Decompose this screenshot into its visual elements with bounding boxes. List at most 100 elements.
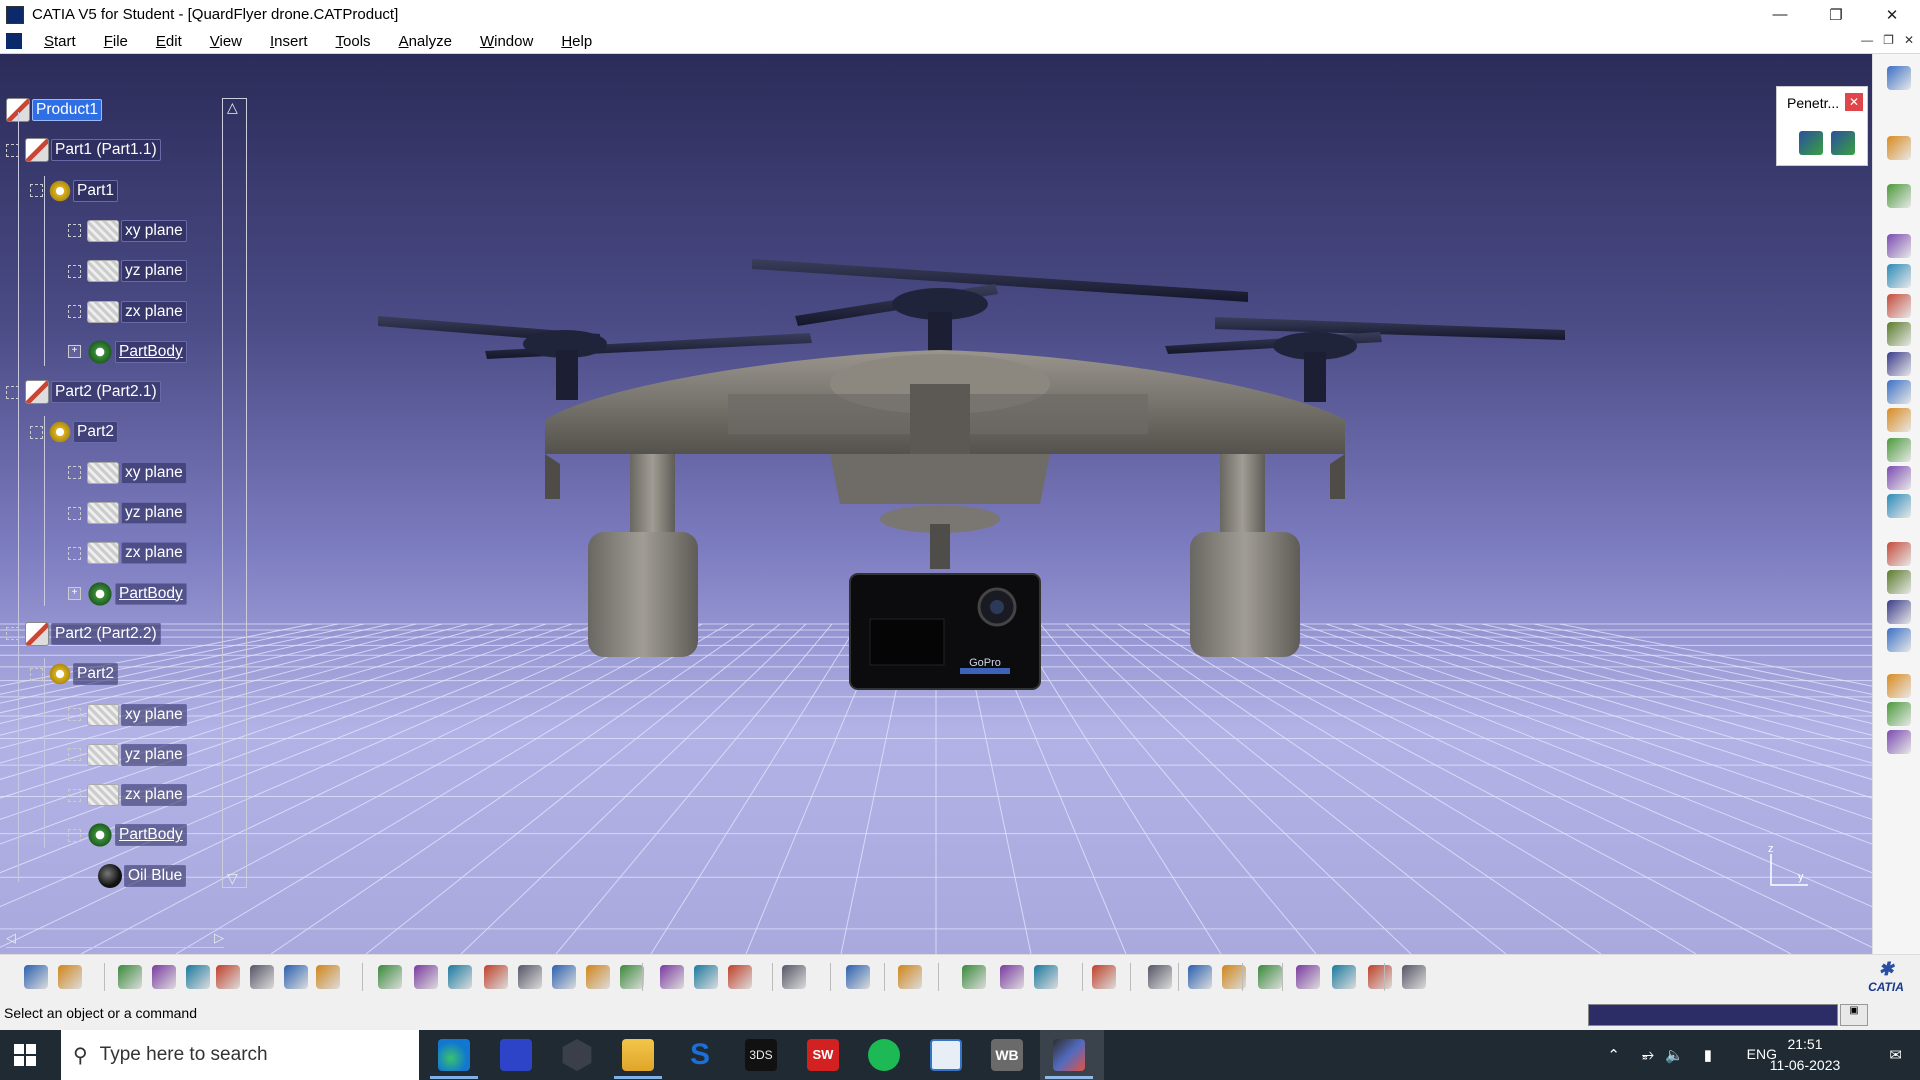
toolbar-tool-3-icon[interactable] [118,965,142,989]
menu-file[interactable]: File [90,33,142,50]
power-input-field[interactable] [1588,1004,1838,1026]
penetration-tool-1-icon[interactable] [1799,131,1823,155]
toolbar-tool-20-icon[interactable] [728,965,752,989]
tree-node[interactable]: Part2 (Part2.1) [6,380,161,405]
scroll-down-arrow-icon[interactable]: ▽ [227,870,238,887]
toolbar-tool-14-icon[interactable] [518,965,542,989]
tree-node[interactable]: xy plane [68,461,187,485]
toolbar-tool-10-icon[interactable] [378,965,402,989]
collapse-icon[interactable] [30,184,43,198]
document-icon[interactable] [6,33,22,49]
file-explorer-icon[interactable] [622,1039,654,1071]
tool-2-icon[interactable] [1887,136,1911,160]
toolbar-tool-34-icon[interactable] [1368,965,1392,989]
clock-date[interactable]: 11-06-2023 [1750,1057,1860,1073]
toolbar-tool-18-icon[interactable] [660,965,684,989]
menu-window[interactable]: Window [466,33,547,50]
menu-analyze[interactable]: Analyze [385,33,466,50]
drone-model[interactable]: GoPro [0,54,1872,954]
menu-edit[interactable]: Edit [142,33,196,50]
tool-12-icon[interactable] [1887,466,1911,490]
tool-10-icon[interactable] [1887,408,1911,432]
toolbar-tool-35-icon[interactable] [1402,965,1426,989]
collapse-icon[interactable] [68,748,81,762]
collapse-icon[interactable] [68,828,81,842]
volume-icon[interactable]: 🔈 [1665,1046,1684,1064]
doc-minimize-button[interactable]: — [1861,33,1873,47]
scroll-up-arrow-icon[interactable]: △ [227,99,238,116]
tool-11-icon[interactable] [1887,438,1911,462]
toolbar-tool-19-icon[interactable] [694,965,718,989]
close-icon[interactable]: ✕ [1845,93,1863,111]
tool-18-icon[interactable] [1887,674,1911,698]
doc-restore-button[interactable]: ❐ [1883,33,1894,47]
toolbar-tool-17-icon[interactable] [620,965,644,989]
toolbar-tool-5-icon[interactable] [186,965,210,989]
taskbar-search-box[interactable]: ⚲ Type here to search [61,1030,419,1080]
clock-time[interactable]: 21:51 [1750,1036,1860,1052]
toolbar-tool-24-icon[interactable] [962,965,986,989]
toolbar-tool-8-icon[interactable] [284,965,308,989]
toolbar-tool-12-icon[interactable] [448,965,472,989]
tree-node[interactable]: + PartBody [68,338,187,365]
menu-insert[interactable]: Insert [256,33,322,50]
collapse-icon[interactable] [68,224,81,238]
tree-node[interactable]: Product1 [6,98,103,122]
tool-7-icon[interactable] [1887,322,1911,346]
menu-tools[interactable]: Tools [322,33,385,50]
toolbar-tool-26-icon[interactable] [1034,965,1058,989]
tool-3-icon[interactable] [1887,184,1911,208]
collapse-icon[interactable] [68,305,81,318]
tool-8-icon[interactable] [1887,352,1911,376]
toolbar-tool-29-icon[interactable] [1188,965,1212,989]
axis-compass[interactable]: z y [1760,844,1820,894]
tool-14-icon[interactable] [1887,542,1911,566]
toolbar-tool-2-icon[interactable] [58,965,82,989]
windows-start-icon[interactable] [14,1044,36,1066]
toolbar-tool-6-icon[interactable] [216,965,240,989]
menu-help[interactable]: Help [547,33,606,50]
solidworks-icon[interactable]: SW [807,1039,839,1071]
tool-1-icon[interactable] [1887,66,1911,90]
tree-node[interactable]: yz plane [68,501,187,525]
tree-node[interactable]: yz plane [68,259,187,283]
chevron-up-icon[interactable]: ⌃ [1607,1046,1620,1064]
tool-15-icon[interactable] [1887,570,1911,594]
tool-9-icon[interactable] [1887,380,1911,404]
tree-node[interactable]: zx plane [68,783,187,807]
doc-close-button[interactable]: ✕ [1904,33,1914,47]
collapse-icon[interactable] [30,667,43,681]
tree-node[interactable]: Part2 (Part2.2) [6,621,161,646]
toolbar-tool-31-icon[interactable] [1258,965,1282,989]
3d-viewport[interactable]: GoPro z y [0,54,1872,954]
penetration-tool-2-icon[interactable] [1831,131,1855,155]
scroll-left-arrow-icon[interactable]: ◁ [6,930,16,946]
spotify-icon[interactable] [868,1039,900,1071]
edge-browser-icon[interactable] [438,1039,470,1071]
collapse-icon[interactable] [68,466,81,480]
collapse-icon[interactable] [30,425,43,439]
tree-vertical-scrollbar[interactable]: △ ▽ [222,98,247,888]
menu-start[interactable]: Start [30,33,90,50]
toolbar-tool-23-icon[interactable] [898,965,922,989]
tree-node[interactable]: Part1 (Part1.1) [6,138,161,163]
tree-node[interactable]: zx plane [68,300,187,324]
collapse-icon[interactable] [68,264,81,278]
tree-node[interactable]: Oil Blue [98,863,187,888]
toolbar-tool-27-icon[interactable] [1092,965,1116,989]
minimize-button[interactable]: — [1752,0,1808,29]
collapse-icon[interactable] [68,506,81,520]
toolbar-tool-11-icon[interactable] [414,965,438,989]
collapse-icon[interactable] [68,546,81,560]
tree-node[interactable]: xy plane [68,219,187,243]
tree-node[interactable]: yz plane [68,743,187,767]
skype-icon[interactable]: S [684,1039,716,1071]
toolbar-tool-25-icon[interactable] [1000,965,1024,989]
toolbar-tool-7-icon[interactable] [250,965,274,989]
tool-17-icon[interactable] [1887,628,1911,652]
tool-4-icon[interactable] [1887,234,1911,258]
close-button[interactable]: ✕ [1864,0,1920,29]
toolbar-tool-22-icon[interactable] [846,965,870,989]
toolbar-tool-32-icon[interactable] [1296,965,1320,989]
tree-horizontal-scrollbar[interactable]: ◁ ▷ [6,930,224,948]
